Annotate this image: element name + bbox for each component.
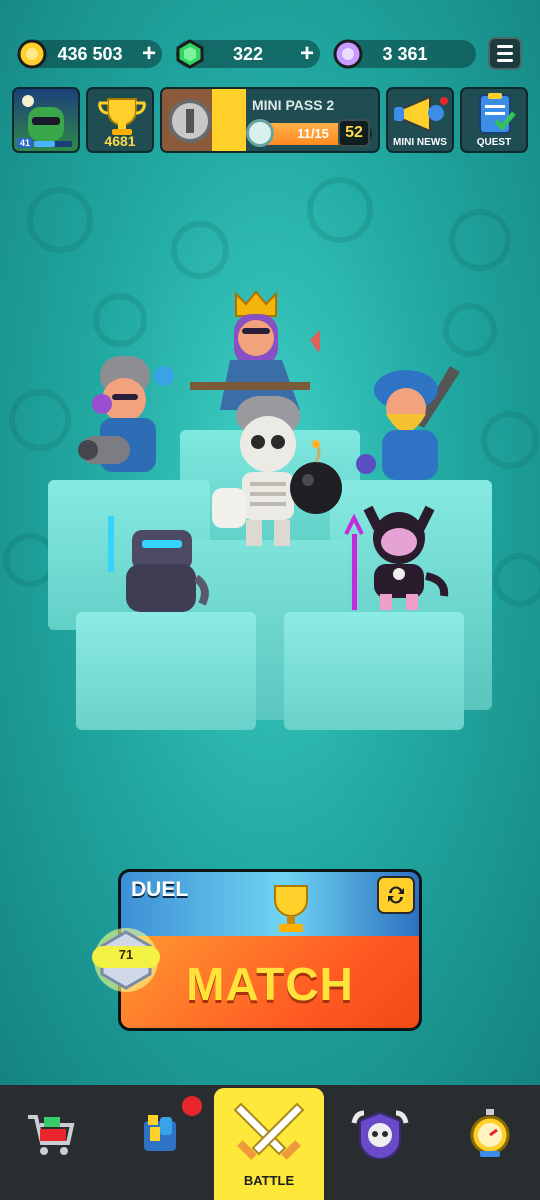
match-button[interactable]: MATCH <box>121 936 419 1028</box>
mini-news-tile[interactable]: MINI NEWS <box>386 87 454 153</box>
character-miner <box>356 366 460 480</box>
character-cannoneer <box>78 356 174 472</box>
podium-block-front-right <box>284 612 464 730</box>
menu-icon-line <box>497 45 513 48</box>
character-knight <box>108 516 209 612</box>
swap-icon <box>388 886 404 904</box>
match-button-label: MATCH <box>186 957 354 1010</box>
trophies-tile[interactable]: 4681 <box>86 87 154 153</box>
crossed-swords-icon <box>233 1102 305 1160</box>
star-points-icon <box>333 39 363 69</box>
megaphone-icon <box>394 95 448 133</box>
collection-icon <box>144 1115 176 1151</box>
quest-icon <box>479 93 516 134</box>
rank-number: 71 <box>118 947 134 962</box>
add-coins-button[interactable]: + <box>136 41 162 67</box>
menu-icon-line <box>497 59 513 62</box>
profile-tile[interactable]: 41 <box>12 87 80 153</box>
quest-tile[interactable]: QUEST <box>460 87 528 153</box>
quest-label: QUEST <box>476 137 512 148</box>
mini-pass-token-icon <box>246 119 274 147</box>
stopwatch-icon <box>470 1109 510 1157</box>
character-giant-skeleton <box>212 396 342 546</box>
add-gems-button[interactable]: + <box>294 41 320 67</box>
game-mode-banner[interactable]: DUEL <box>121 872 419 936</box>
notification-dot <box>182 1096 202 1116</box>
shop-cart-icon <box>28 1115 75 1155</box>
gem-icon <box>176 39 204 69</box>
trophy-count: 4681 <box>104 133 136 149</box>
mini-pass-title: MINI PASS 2 <box>252 97 335 113</box>
podium-block-front-left <box>76 612 256 730</box>
coins-counter[interactable]: 436 503 + <box>17 39 162 69</box>
mini-news-label: MINI NEWS <box>393 137 447 148</box>
nav-club[interactable] <box>330 1085 430 1200</box>
gems-counter[interactable]: 322 + <box>176 39 320 69</box>
nav-battle[interactable]: BATTLE <box>214 1088 324 1200</box>
match-panel: DUEL MATCH <box>118 869 422 1031</box>
trophy-mode-icon <box>274 885 308 932</box>
character-witch <box>344 505 449 610</box>
mini-pass-icon <box>162 89 246 151</box>
mini-pass-tile[interactable]: MINI PASS 2 11/15 52 <box>160 87 380 153</box>
nav-events[interactable] <box>440 1085 540 1200</box>
level-progress-bar <box>34 141 72 147</box>
change-mode-button[interactable] <box>377 876 415 914</box>
player-level: 41 <box>17 138 34 148</box>
club-helmet-icon <box>351 1110 409 1159</box>
battle-label: BATTLE <box>243 1173 295 1188</box>
mini-pass-level: 52 <box>338 119 370 147</box>
game-mode-label: DUEL <box>131 878 189 901</box>
menu-button[interactable] <box>488 37 522 70</box>
coin-icon <box>17 39 47 69</box>
menu-icon-line <box>497 52 513 55</box>
nav-shop[interactable] <box>0 1085 100 1200</box>
star-points-counter[interactable]: 3 361 <box>333 39 476 69</box>
